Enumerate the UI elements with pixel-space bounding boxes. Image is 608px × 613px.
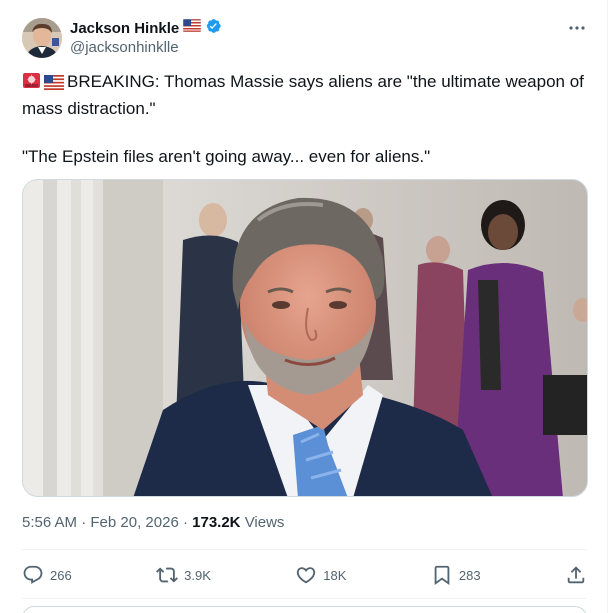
reply-icon [22, 564, 44, 586]
bookmark-button[interactable]: 283 [431, 564, 481, 586]
tweet-header: Jackson Hinkle @jacksonhinklle [22, 16, 589, 60]
police-light-icon [22, 71, 41, 97]
tweet-text-content-1: BREAKING: Thomas Massie says aliens are … [22, 72, 584, 118]
tweet-time[interactable]: 5:56 AM [22, 514, 77, 531]
us-flag-icon [44, 73, 64, 97]
repost-count: 3.9K [184, 567, 211, 583]
tweet-photo[interactable] [22, 179, 588, 497]
tweet-text: BREAKING: Thomas Massie says aliens are … [22, 70, 588, 169]
share-button[interactable] [565, 564, 587, 586]
share-icon [565, 564, 587, 586]
tweet-text-line-1: BREAKING: Thomas Massie says aliens are … [22, 70, 588, 121]
author-handle[interactable]: @jacksonhinklle [70, 38, 222, 58]
like-count: 18K [323, 567, 347, 583]
meta-separator-1: · [81, 514, 87, 531]
like-button[interactable]: 18K [295, 564, 346, 586]
author-names: Jackson Hinkle @jacksonhinklle [70, 18, 222, 58]
repost-button[interactable]: 3.9K [156, 564, 211, 586]
author-display-name[interactable]: Jackson Hinkle [70, 20, 179, 37]
tweet-date[interactable]: Feb 20, 2026 [90, 514, 178, 531]
verified-badge-icon[interactable] [204, 17, 222, 40]
heart-icon [295, 564, 317, 586]
reply-button[interactable]: 266 [22, 564, 72, 586]
divider-bottom [22, 598, 587, 599]
tweet-text-line-2: "The Epstein files aren't going away... … [22, 147, 431, 166]
tweet-meta: 5:56 AM · Feb 20, 2026 · 173.2K Views [22, 513, 284, 533]
views-label: Views [244, 514, 285, 531]
tweet-card: Jackson Hinkle @jacksonhinklle BREAKING:… [0, 0, 608, 613]
more-options-icon[interactable] [565, 18, 589, 38]
bookmark-count: 283 [458, 567, 481, 583]
divider-top [22, 549, 587, 550]
reply-count: 266 [50, 567, 72, 583]
bookmark-icon [431, 564, 453, 586]
us-flag-icon [182, 18, 202, 37]
views-count[interactable]: 173.2K [192, 514, 240, 531]
avatar[interactable] [22, 18, 62, 58]
reply-composer-box[interactable] [22, 606, 587, 613]
repost-icon [156, 564, 179, 586]
tweet-actions: 266 3.9K 18K 283 [22, 552, 587, 598]
meta-separator-2: · [182, 514, 188, 531]
